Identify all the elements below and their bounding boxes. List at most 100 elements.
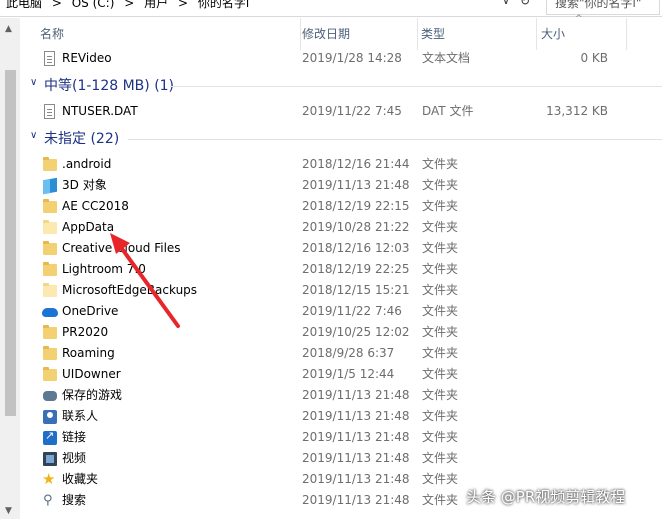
folder-icon <box>42 241 58 257</box>
folder-type: 文件夹 <box>422 346 459 360</box>
folder-icon <box>42 157 58 173</box>
links-icon <box>42 429 58 446</box>
address-bar[interactable]: 此电脑 > OS (C:) > 用户 > 你的名字i ∨ ↻ 搜索"你的名字i" <box>0 0 662 17</box>
folder-date: 2019/11/13 21:48 <box>302 472 410 486</box>
chevron-down-icon[interactable]: ∨ <box>30 77 37 88</box>
folder-type: 文件夹 <box>422 367 459 381</box>
column-header-date[interactable]: 修改日期 <box>298 18 418 50</box>
folder-date: 2018/12/16 12:03 <box>302 241 410 255</box>
breadcrumb-user-folder[interactable]: 你的名字i <box>198 0 249 10</box>
column-header-size[interactable]: 大小 <box>537 18 627 50</box>
hidden-folder-icon <box>42 220 58 236</box>
contacts-icon <box>42 409 58 425</box>
folder-name: 3D 对象 <box>62 178 107 192</box>
file-type: 文本文档 <box>422 51 471 65</box>
folder-row[interactable]: MicrosoftEdgeBackups 2018/12/15 15:21 文件… <box>20 280 662 301</box>
folder-row[interactable]: .android 2018/12/16 21:44 文件夹 <box>20 154 662 175</box>
column-header-type[interactable]: 类型 <box>417 18 537 50</box>
folder-row[interactable]: PR2020 2019/10/25 12:02 文件夹 <box>20 322 662 343</box>
file-row-ntuser[interactable]: NTUSER.DAT 2019/11/22 7:45 DAT 文件 13,312… <box>20 101 662 122</box>
scroll-down-icon[interactable]: ▼ <box>5 506 12 516</box>
search-input[interactable]: 搜索"你的名字i" <box>546 0 660 15</box>
breadcrumb[interactable]: 此电脑 > OS (C:) > 用户 > 你的名字i <box>6 0 255 11</box>
folder-date: 2018/12/19 22:15 <box>302 199 410 213</box>
file-type: DAT 文件 <box>422 104 474 118</box>
folder-name: 链接 <box>62 430 87 444</box>
folder-name: PR2020 <box>62 325 109 339</box>
folder-name: AE CC2018 <box>62 199 129 213</box>
file-name: NTUSER.DAT <box>62 104 138 118</box>
folder-type: 文件夹 <box>422 178 459 192</box>
folder-row-appdata[interactable]: AppData 2019/10/28 21:22 文件夹 <box>20 217 662 238</box>
breadcrumb-separator: > <box>51 0 62 10</box>
breadcrumb-drive[interactable]: OS (C:) <box>72 0 115 10</box>
onedrive-icon <box>42 304 58 320</box>
folder-row[interactable]: 联系人 2019/11/13 21:48 文件夹 <box>20 406 662 427</box>
folder-row[interactable]: 保存的游戏 2019/11/13 21:48 文件夹 <box>20 385 662 406</box>
folder-name: Lightroom 7.0 <box>62 262 146 276</box>
file-row-revideo[interactable]: REVideo 2019/1/28 14:28 文本文档 0 KB <box>20 48 662 69</box>
group-title: 未指定 (22) <box>44 131 120 147</box>
column-header-name[interactable]: 名称 <box>36 18 301 50</box>
group-header-unspecified[interactable]: ∨ 未指定 (22) <box>20 128 662 150</box>
folder-type: 文件夹 <box>422 430 459 444</box>
folder-row[interactable]: 视频 2019/11/13 21:48 文件夹 <box>20 448 662 469</box>
refresh-icon[interactable]: ↻ <box>520 0 536 10</box>
folder-type: 文件夹 <box>422 283 459 297</box>
videos-icon <box>42 451 58 467</box>
folder-row[interactable]: Roaming 2018/9/28 6:37 文件夹 <box>20 343 662 364</box>
folder-row[interactable]: OneDrive 2019/11/22 7:46 文件夹 <box>20 301 662 322</box>
chevron-down-icon[interactable]: ∨ <box>502 0 510 7</box>
folder-name: 收藏夹 <box>62 472 99 486</box>
file-icon <box>42 104 58 120</box>
folder-date: 2019/11/13 21:48 <box>302 388 410 402</box>
breadcrumb-this-pc[interactable]: 此电脑 <box>6 0 42 10</box>
folder-type: 文件夹 <box>422 262 459 276</box>
group-header-medium[interactable]: ∨ 中等(1-128 MB) (1) <box>20 75 662 97</box>
folder-date: 2018/12/16 21:44 <box>302 157 410 171</box>
folder-name: 搜索 <box>62 493 87 507</box>
folder-name: 保存的游戏 <box>62 388 123 402</box>
breadcrumb-separator: > <box>124 0 135 10</box>
group-divider <box>128 139 662 140</box>
folder-row[interactable]: AE CC2018 2018/12/19 22:15 文件夹 <box>20 196 662 217</box>
file-date: 2019/11/22 7:45 <box>302 104 402 118</box>
folder-name: 联系人 <box>62 409 99 423</box>
saved-games-icon <box>42 388 58 404</box>
folder-type: 文件夹 <box>422 304 459 318</box>
folder-type: 文件夹 <box>422 388 459 402</box>
folder-date: 2019/11/13 21:48 <box>302 178 410 192</box>
file-date: 2019/1/28 14:28 <box>302 51 402 65</box>
folder-icon <box>42 367 58 383</box>
column-header-row: ^ 名称 修改日期 类型 大小 <box>20 14 662 50</box>
breadcrumb-separator: > <box>177 0 189 10</box>
folder-type: 文件夹 <box>422 220 459 234</box>
file-size: 0 KB <box>580 51 608 65</box>
folder-name: .android <box>62 157 112 171</box>
folder-row[interactable]: Creative Cloud Files 2018/12/16 12:03 文件… <box>20 238 662 259</box>
folder-date: 2019/11/13 21:48 <box>302 409 410 423</box>
breadcrumb-users[interactable]: 用户 <box>144 0 168 10</box>
folder-name: Roaming <box>62 346 115 360</box>
folder-icon <box>42 262 58 278</box>
folder-name: MicrosoftEdgeBackups <box>62 283 198 297</box>
folder-row[interactable]: 3D 对象 2019/11/13 21:48 文件夹 <box>20 175 662 196</box>
folder-type: 文件夹 <box>422 472 459 486</box>
watermark: 头条 @PR视频剪辑教程 <box>466 488 626 506</box>
folder-date: 2019/11/13 21:48 <box>302 430 410 444</box>
folder-row[interactable]: Lightroom 7.0 2018/12/19 22:25 文件夹 <box>20 259 662 280</box>
folder-name: OneDrive <box>62 304 119 318</box>
folder-type: 文件夹 <box>422 493 459 507</box>
folder-row[interactable]: 链接 2019/11/13 21:48 文件夹 <box>20 427 662 448</box>
scroll-up-icon[interactable]: ▲ <box>5 24 12 34</box>
folder-row[interactable]: UIDowner 2019/1/5 12:44 文件夹 <box>20 364 662 385</box>
folder-icon <box>42 346 58 362</box>
folder-type: 文件夹 <box>422 409 459 423</box>
searches-icon: ⚲ <box>43 493 53 508</box>
chevron-down-icon[interactable]: ∨ <box>30 130 37 141</box>
file-size: 13,312 KB <box>546 104 608 118</box>
vertical-scrollbar[interactable]: ▲ ▼ <box>0 18 20 519</box>
scrollbar-thumb[interactable] <box>5 70 16 416</box>
folder-date: 2018/12/19 22:25 <box>302 262 410 276</box>
folder-date: 2018/9/28 6:37 <box>302 346 395 360</box>
